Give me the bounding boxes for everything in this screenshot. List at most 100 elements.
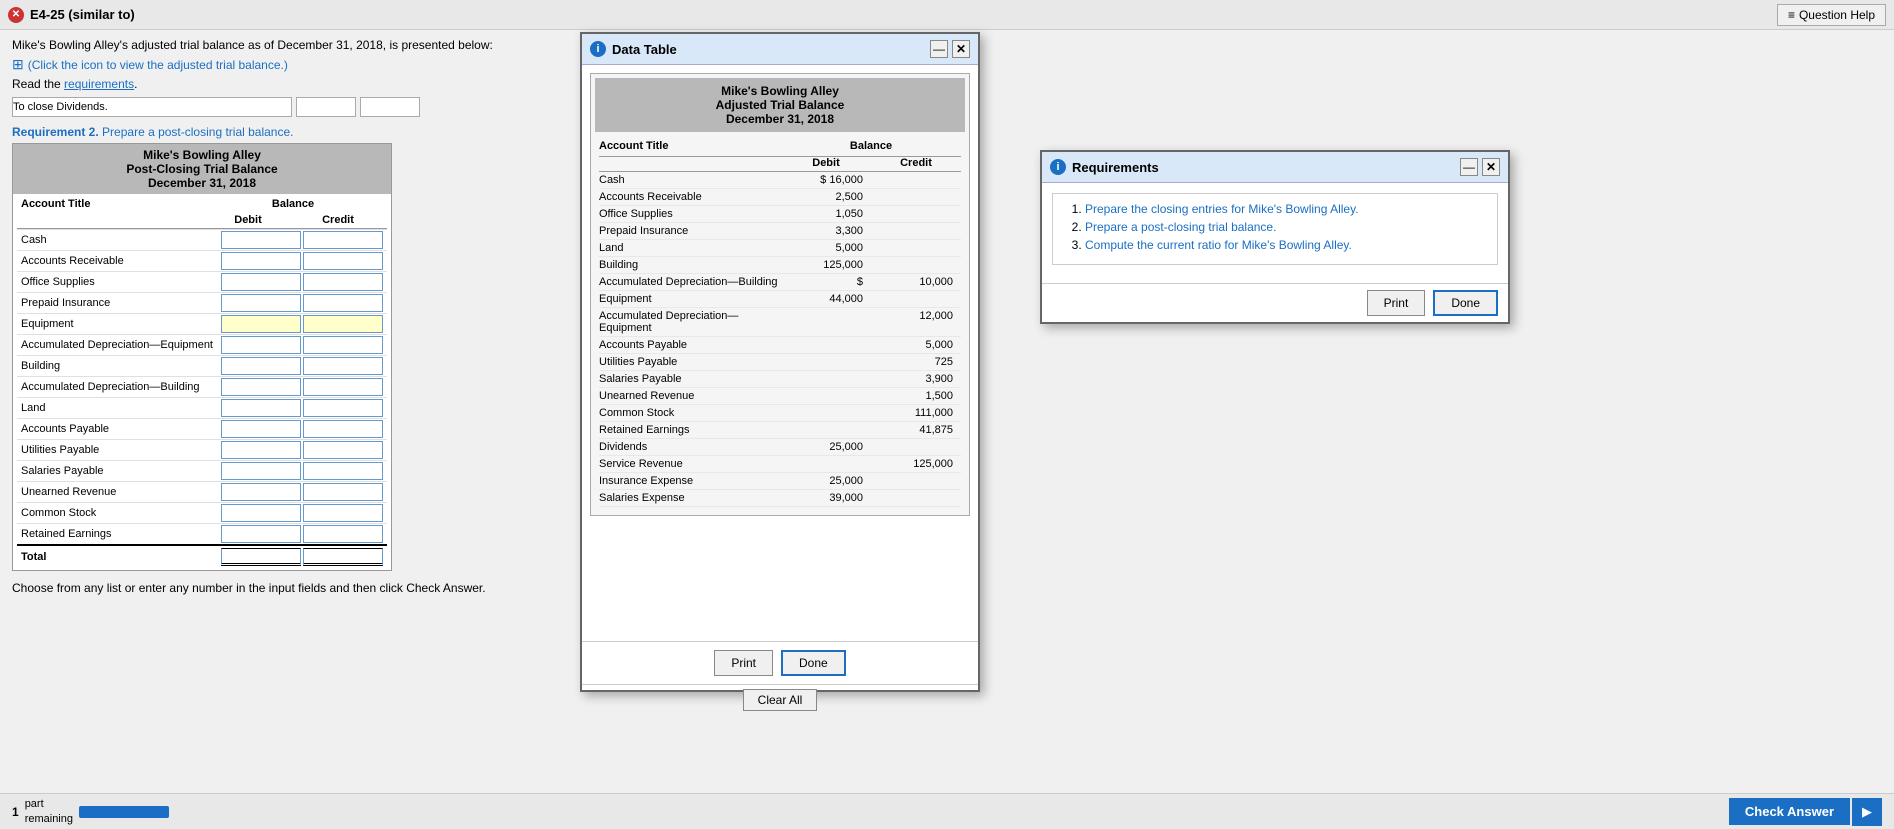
data-table-modal: i Data Table — ✕ Mike's Bowling Alley Ad… [580,32,980,692]
trial-balance-table: Mike's Bowling Alley Post-Closing Trial … [12,143,392,571]
requirements-link[interactable]: requirements [64,77,134,91]
retained-earnings-credit-input[interactable] [303,525,383,543]
row-label-cash: Cash [21,234,219,246]
unearned-revenue-debit-input[interactable] [221,483,301,501]
building-debit-input[interactable] [221,357,301,375]
list-item: Accumulated Depreciation—Building $ 10,0… [599,274,961,291]
common-stock-debit-input[interactable] [221,504,301,522]
row-label-unearned-revenue: Unearned Revenue [21,486,219,498]
req-modal-titlebar-left: i Requirements [1050,159,1159,175]
list-icon: ≡ [1788,8,1795,22]
unearned-revenue-credit-input[interactable] [303,483,383,501]
check-answer-button[interactable]: Check Answer [1729,798,1850,825]
next-arrow-button[interactable]: ▶ [1852,798,1882,826]
journal-credit-input[interactable] [360,97,420,117]
dt-company: Mike's Bowling Alley [601,84,959,98]
equipment-credit-input[interactable] [303,315,383,333]
row-label-land: Land [21,402,219,414]
ar-credit-input[interactable] [303,252,383,270]
dt-subtitle: Adjusted Trial Balance [601,98,959,112]
salaries-payable-credit-input[interactable] [303,462,383,480]
table-row: Accounts Payable [17,418,387,439]
land-debit-input[interactable] [221,399,301,417]
cash-debit-input[interactable] [221,231,301,249]
row-label-office-supplies: Office Supplies [21,276,219,288]
ap-credit-input[interactable] [303,420,383,438]
part-number: 1 [12,805,19,819]
title-bar: ✕ E4-25 (similar to) ≡ Question Help [0,0,1894,30]
office-supplies-credit-input[interactable] [303,273,383,291]
utilities-payable-debit-input[interactable] [221,441,301,459]
question-help-button[interactable]: ≡ Question Help [1777,4,1886,26]
total-row: Total [17,544,387,568]
clear-all-button[interactable]: Clear All [743,689,818,711]
utilities-payable-credit-input[interactable] [303,441,383,459]
row-label-accum-depr-equip: Accumulated Depreciation—Equipment [21,339,219,351]
data-table-close-button[interactable]: ✕ [952,40,970,58]
data-table-done-button[interactable]: Done [781,650,846,676]
list-item: Common Stock 111,000 [599,405,961,422]
requirement-item-3: Compute the current ratio for Mike's Bow… [1085,238,1485,252]
retained-earnings-debit-input[interactable] [221,525,301,543]
common-stock-credit-input[interactable] [303,504,383,522]
row-label-salaries-payable: Salaries Payable [21,465,219,477]
req-done-button[interactable]: Done [1433,290,1498,316]
list-item: Retained Earnings 41,875 [599,422,961,439]
prepaid-ins-credit-input[interactable] [303,294,383,312]
total-label: Total [21,551,219,563]
tb-company: Mike's Bowling Alley [13,148,391,162]
req-info-icon: i [1050,159,1066,175]
land-credit-input[interactable] [303,399,383,417]
list-item: Salaries Payable 3,900 [599,371,961,388]
progress-bar [79,806,169,818]
journal-debit-input[interactable] [296,97,356,117]
tb-col-headers: Account Title Balance [17,196,387,212]
list-item: Salaries Expense 39,000 [599,490,961,507]
clear-all-section: Clear All [582,684,978,715]
data-table-print-button[interactable]: Print [714,650,773,676]
accum-depr-bldg-debit-input[interactable] [221,378,301,396]
row-label-ar: Accounts Receivable [21,255,219,267]
prepaid-ins-debit-input[interactable] [221,294,301,312]
close-icon[interactable]: ✕ [8,7,24,23]
total-credit-input[interactable] [303,548,383,566]
row-label-common-stock: Common Stock [21,507,219,519]
cash-credit-input[interactable] [303,231,383,249]
dt-date: December 31, 2018 [601,112,959,126]
building-credit-input[interactable] [303,357,383,375]
req-print-button[interactable]: Print [1367,290,1426,316]
journal-description-input[interactable] [12,97,292,117]
table-row: Accounts Receivable [17,250,387,271]
table-row: Accumulated Depreciation—Equipment [17,334,387,355]
ar-debit-input[interactable] [221,252,301,270]
dt-account-title-header: Account Title [599,140,781,152]
total-debit-input[interactable] [221,548,301,566]
list-item: Dividends 25,000 [599,439,961,456]
table-row: Utilities Payable [17,439,387,460]
list-item: Unearned Revenue 1,500 [599,388,961,405]
requirements-ol: Prepare the closing entries for Mike's B… [1065,202,1485,252]
grid-icon: ⊞ [12,56,24,73]
req-modal-content: Prepare the closing entries for Mike's B… [1042,183,1508,283]
tb-balance-header: Balance [203,198,383,210]
minimize-button[interactable]: — [930,40,948,58]
salaries-payable-debit-input[interactable] [221,462,301,480]
tb-debit-header: Debit [203,214,293,226]
req-minimize-button[interactable]: — [1460,158,1478,176]
list-item: Accounts Receivable 2,500 [599,189,961,206]
ap-debit-input[interactable] [221,420,301,438]
accum-depr-equip-debit-input[interactable] [221,336,301,354]
dt-credit-header: Credit [871,157,961,169]
equipment-debit-input[interactable] [221,315,301,333]
page-title: E4-25 (similar to) [30,7,135,22]
accum-depr-bldg-credit-input[interactable] [303,378,383,396]
table-row: Cash [17,229,387,250]
table-row: Prepaid Insurance [17,292,387,313]
tb-account-title-header: Account Title [21,198,203,210]
requirement-item-2: Prepare a post-closing trial balance. [1085,220,1485,234]
req-close-button[interactable]: ✕ [1482,158,1500,176]
table-row: Retained Earnings [17,523,387,544]
office-supplies-debit-input[interactable] [221,273,301,291]
accum-depr-equip-credit-input[interactable] [303,336,383,354]
list-item: Service Revenue 125,000 [599,456,961,473]
